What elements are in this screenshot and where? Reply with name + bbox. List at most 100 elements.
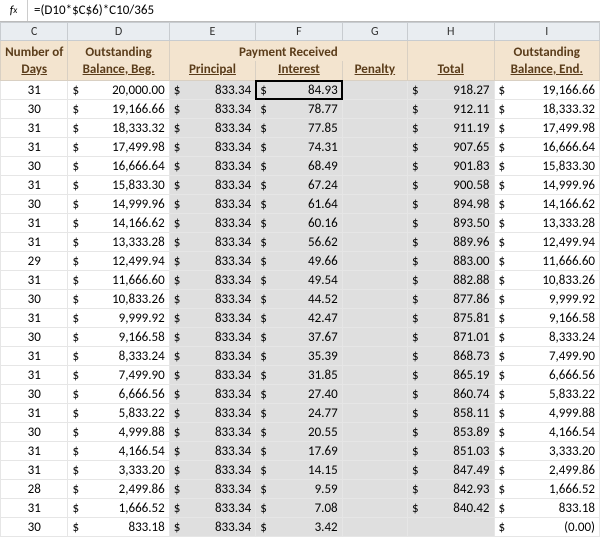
cell[interactable]: $10,833.26 <box>68 290 169 309</box>
header-balance-end[interactable]: Balance, End. <box>494 61 600 81</box>
cell[interactable] <box>342 499 407 518</box>
cell[interactable]: $1,666.52 <box>68 499 169 518</box>
cell[interactable]: $4,999.88 <box>68 423 169 442</box>
cell[interactable]: $20.55 <box>256 423 342 442</box>
cell[interactable]: $68.49 <box>256 157 342 176</box>
cell[interactable]: $7,499.90 <box>494 347 600 366</box>
cell[interactable]: $868.73 <box>408 347 494 366</box>
header-principal[interactable]: Principal <box>169 61 255 81</box>
header-out-end[interactable]: Outstanding <box>494 41 600 61</box>
cell[interactable]: $84.93 <box>256 81 342 100</box>
cell[interactable] <box>342 214 407 233</box>
cell[interactable]: $833.34 <box>169 366 255 385</box>
cell[interactable]: $3.42 <box>256 518 342 537</box>
formula-input[interactable] <box>28 0 600 21</box>
cell[interactable] <box>342 328 407 347</box>
cell[interactable]: $889.96 <box>408 233 494 252</box>
table-row[interactable]: 31$13,333.28$833.34$56.62$889.96$12,499.… <box>1 233 600 252</box>
cell[interactable]: $37.67 <box>256 328 342 347</box>
cell[interactable]: $19,166.66 <box>68 100 169 119</box>
col-letter[interactable]: I <box>494 23 600 41</box>
cell[interactable]: $1,666.52 <box>494 480 600 499</box>
cell[interactable]: $875.81 <box>408 309 494 328</box>
cell[interactable] <box>342 309 407 328</box>
col-letter[interactable]: H <box>408 23 494 41</box>
table-row[interactable]: 30$6,666.56$833.34$27.40$860.74$5,833.22 <box>1 385 600 404</box>
cell[interactable]: 31 <box>1 309 68 328</box>
cell[interactable] <box>342 176 407 195</box>
cell[interactable]: $27.40 <box>256 385 342 404</box>
cell[interactable]: $6,666.56 <box>494 366 600 385</box>
cell[interactable]: 30 <box>1 100 68 119</box>
cell[interactable]: $2,499.86 <box>68 480 169 499</box>
cell[interactable]: $74.31 <box>256 138 342 157</box>
cell[interactable]: $15,833.30 <box>68 176 169 195</box>
cell[interactable]: $893.50 <box>408 214 494 233</box>
header-interest[interactable]: Interest <box>256 61 342 81</box>
cell[interactable]: 31 <box>1 214 68 233</box>
cell[interactable]: 31 <box>1 233 68 252</box>
cell[interactable]: $13,333.28 <box>68 233 169 252</box>
cell[interactable]: $833.34 <box>169 81 255 100</box>
cell[interactable]: $24.77 <box>256 404 342 423</box>
cell[interactable]: $42.47 <box>256 309 342 328</box>
table-row[interactable]: 31$17,499.98$833.34$74.31$907.65$16,666.… <box>1 138 600 157</box>
cell[interactable]: 31 <box>1 442 68 461</box>
cell[interactable]: $16,666.64 <box>494 138 600 157</box>
cell[interactable]: $833.34 <box>169 461 255 480</box>
cell[interactable]: $833.34 <box>169 499 255 518</box>
cell[interactable]: $900.58 <box>408 176 494 195</box>
cell[interactable]: $833.34 <box>169 271 255 290</box>
cell[interactable]: $840.42 <box>408 499 494 518</box>
cell[interactable]: $18,333.32 <box>494 100 600 119</box>
header-row-1[interactable]: Number of Outstanding Payment Received O… <box>1 41 600 61</box>
header-days[interactable]: Days <box>1 61 68 81</box>
cell[interactable]: $833.34 <box>169 195 255 214</box>
cell[interactable] <box>342 290 407 309</box>
cell[interactable]: $14,999.96 <box>68 195 169 214</box>
table-row[interactable]: 31$11,666.60$833.34$49.54$882.88$10,833.… <box>1 271 600 290</box>
cell[interactable]: $77.85 <box>256 119 342 138</box>
cell[interactable]: $9,166.58 <box>68 328 169 347</box>
cell[interactable] <box>342 138 407 157</box>
cell[interactable]: $49.54 <box>256 271 342 290</box>
cell[interactable]: $833.18 <box>494 499 600 518</box>
cell[interactable]: $833.34 <box>169 100 255 119</box>
cell[interactable] <box>342 480 407 499</box>
cell[interactable]: $8,333.24 <box>494 328 600 347</box>
cell[interactable] <box>342 423 407 442</box>
cell[interactable]: $18,333.32 <box>68 119 169 138</box>
cell[interactable]: $833.34 <box>169 290 255 309</box>
table-row[interactable]: 29$12,499.94$833.34$49.66$883.00$11,666.… <box>1 252 600 271</box>
cell[interactable]: 30 <box>1 328 68 347</box>
cell[interactable] <box>342 119 407 138</box>
cell[interactable]: $12,499.94 <box>68 252 169 271</box>
cell[interactable]: $833.34 <box>169 328 255 347</box>
cell[interactable]: $4,166.54 <box>68 442 169 461</box>
cell[interactable]: $833.34 <box>169 423 255 442</box>
table-row[interactable]: 31$9,999.92$833.34$42.47$875.81$9,166.58 <box>1 309 600 328</box>
cell[interactable]: $60.16 <box>256 214 342 233</box>
cell[interactable] <box>342 404 407 423</box>
cell[interactable]: $833.34 <box>169 138 255 157</box>
table-row[interactable]: 31$8,333.24$833.34$35.39$868.73$7,499.90 <box>1 347 600 366</box>
cell[interactable]: 31 <box>1 271 68 290</box>
cell[interactable] <box>342 157 407 176</box>
cell[interactable]: $858.11 <box>408 404 494 423</box>
cell[interactable]: 30 <box>1 385 68 404</box>
cell[interactable]: 31 <box>1 176 68 195</box>
cell[interactable]: $833.34 <box>169 518 255 537</box>
header-row-2[interactable]: Days Balance, Beg. Principal Interest Pe… <box>1 61 600 81</box>
cell[interactable]: 31 <box>1 347 68 366</box>
cell[interactable] <box>342 347 407 366</box>
table-row[interactable]: 31$7,499.90$833.34$31.85$865.19$6,666.56 <box>1 366 600 385</box>
header-payment-received[interactable]: Payment Received <box>169 41 407 61</box>
cell[interactable]: $912.11 <box>408 100 494 119</box>
cell[interactable]: $8,333.24 <box>68 347 169 366</box>
cell[interactable]: $847.49 <box>408 461 494 480</box>
cell[interactable] <box>342 442 407 461</box>
cell[interactable]: 31 <box>1 138 68 157</box>
cell[interactable]: $7,499.90 <box>68 366 169 385</box>
cell[interactable]: $(0.00) <box>494 518 600 537</box>
cell[interactable]: $833.34 <box>169 404 255 423</box>
